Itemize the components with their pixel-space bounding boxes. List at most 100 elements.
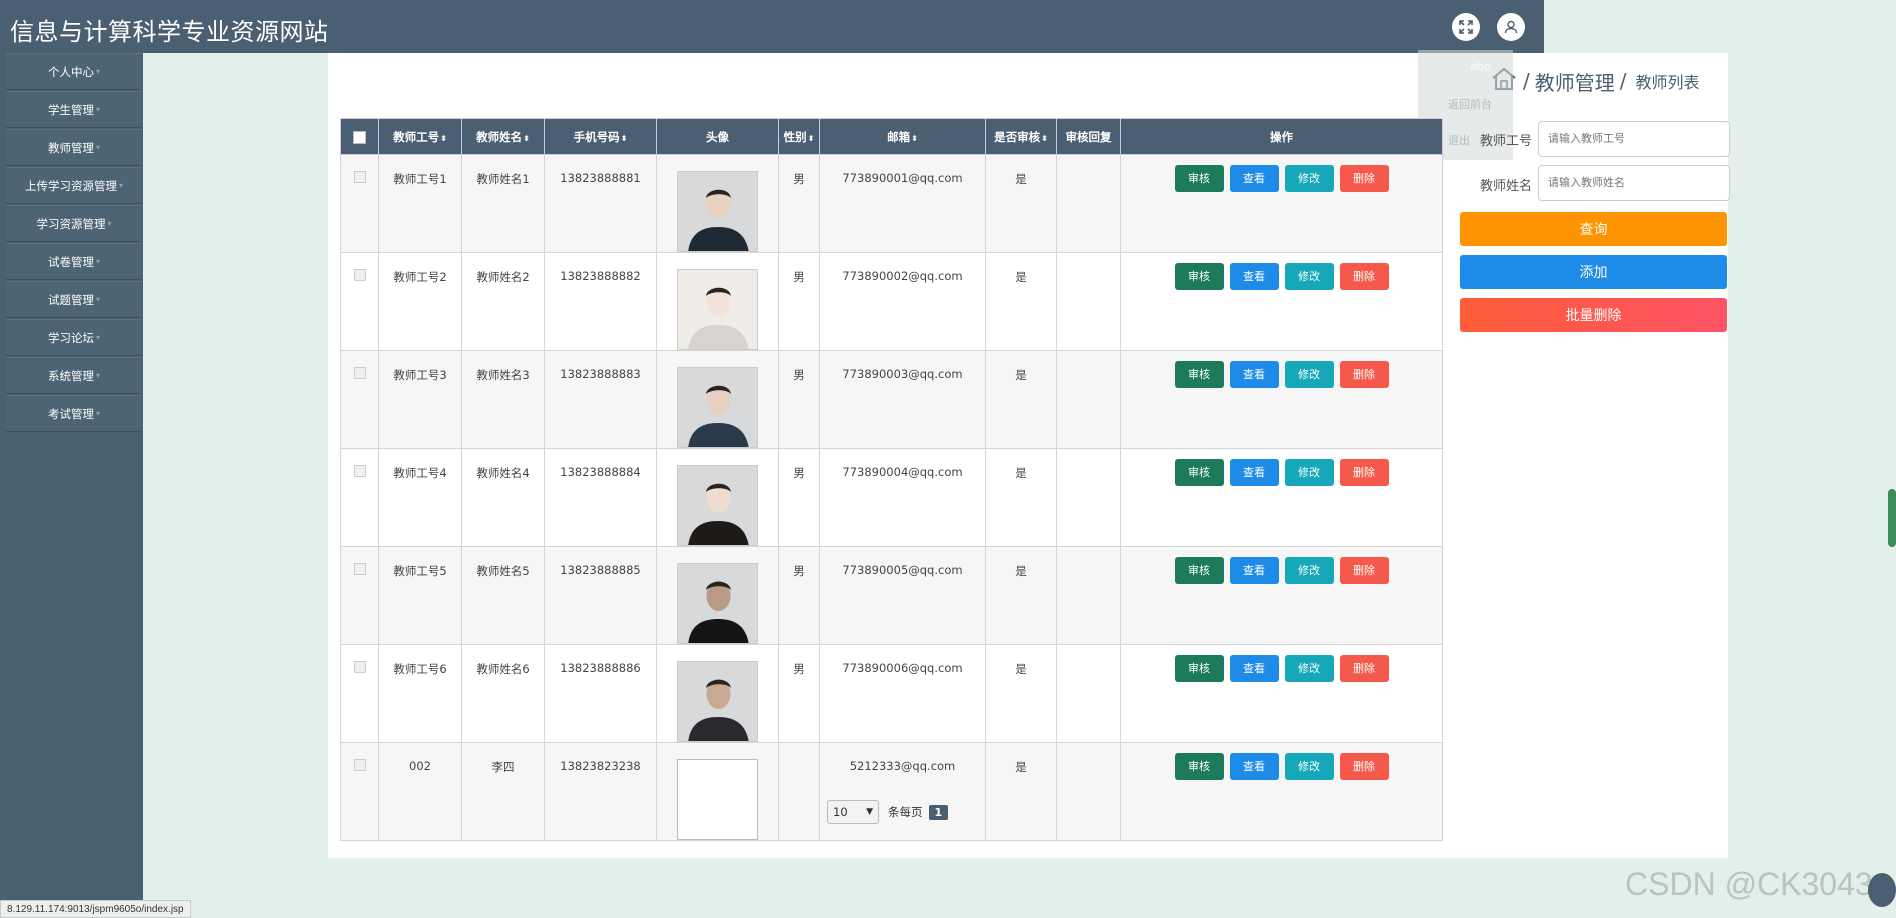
column-header-audited[interactable]: 是否审核⬍ xyxy=(985,118,1057,155)
delete-button[interactable]: 删除 xyxy=(1339,557,1389,584)
cell-teacher-name: 教师姓名1 xyxy=(461,154,545,253)
delete-button[interactable]: 删除 xyxy=(1339,263,1389,290)
audit-button[interactable]: 审核 xyxy=(1174,263,1224,290)
delete-button[interactable]: 删除 xyxy=(1339,655,1389,682)
column-header-gender[interactable]: 性别⬍ xyxy=(778,118,820,155)
row-checkbox[interactable] xyxy=(340,742,379,841)
edit-button[interactable]: 修改 xyxy=(1284,263,1334,290)
sort-icon: ⬍ xyxy=(440,133,447,143)
scrollbar-thumb[interactable] xyxy=(1888,489,1896,547)
cell-gender: 男 xyxy=(778,644,820,743)
batch-delete-button[interactable]: 批量删除 xyxy=(1460,298,1727,332)
breadcrumb-section[interactable]: 教师管理 xyxy=(1535,67,1615,96)
row-checkbox[interactable] xyxy=(340,154,379,253)
audit-button[interactable]: 审核 xyxy=(1174,753,1224,780)
audit-button[interactable]: 审核 xyxy=(1174,459,1224,486)
sidebar-item-forum[interactable]: 学习论坛 ▾ xyxy=(6,319,142,356)
delete-button[interactable]: 删除 xyxy=(1339,459,1389,486)
sidebar-item-teacher-management[interactable]: 教师管理 ▾ xyxy=(6,129,142,166)
view-button[interactable]: 查看 xyxy=(1229,165,1279,192)
sidebar-item-student-management[interactable]: 学生管理 ▾ xyxy=(6,91,142,128)
cell-email: 773890002@qq.com xyxy=(819,252,986,351)
chevron-down-icon: ▾ xyxy=(95,295,100,304)
teacher-table: 教师工号⬍ 教师姓名⬍ 手机号码⬍ 头像 性别⬍ 邮箱⬍ 是否审核⬍ 审核回复 … xyxy=(340,118,1443,841)
cell-audit-reply xyxy=(1056,448,1121,547)
column-header-phone[interactable]: 手机号码⬍ xyxy=(544,118,657,155)
table-row: 教师工号1 教师姓名1 13823888881 男 773890001@qq.com 是审… xyxy=(340,154,1443,253)
view-button[interactable]: 查看 xyxy=(1229,753,1279,780)
breadcrumb-page: 教师列表 xyxy=(1635,73,1700,92)
cell-actions: 审核 查看 修改 删除 xyxy=(1120,252,1443,351)
row-checkbox[interactable] xyxy=(340,350,379,449)
row-checkbox[interactable] xyxy=(340,448,379,547)
app-title: 信息与计算科学专业资源网站 xyxy=(10,18,329,46)
teacher-name-input[interactable]: 请输入教师姓名 xyxy=(1538,165,1730,201)
column-header-teacher-id[interactable]: 教师工号⬍ xyxy=(378,118,462,155)
audit-button[interactable]: 审核 xyxy=(1174,361,1224,388)
page-size-select[interactable]: 10 ▼ xyxy=(827,800,879,824)
audit-button[interactable]: 审核 xyxy=(1174,557,1224,584)
delete-button[interactable]: 删除 xyxy=(1339,361,1389,388)
sidebar-item-question-management[interactable]: 试题管理 ▾ xyxy=(6,281,142,318)
table-row: 教师工号3 教师姓名3 13823888883 男 773890003@qq.com 是审… xyxy=(340,350,1443,449)
teacher-name-label: 教师姓名 xyxy=(1479,179,1532,194)
edit-button[interactable]: 修改 xyxy=(1284,165,1334,192)
floating-badge-icon[interactable] xyxy=(1868,873,1896,907)
edit-button[interactable]: 修改 xyxy=(1284,459,1334,486)
add-button[interactable]: 添加 xyxy=(1460,255,1727,289)
column-header-teacher-name[interactable]: 教师姓名⬍ xyxy=(461,118,545,155)
cell-teacher-id: 教师工号2 xyxy=(378,252,462,351)
teacher-id-label: 教师工号 xyxy=(1479,134,1532,149)
cell-gender: 男 xyxy=(778,350,820,449)
cell-actions: 审核 查看 修改 删除 xyxy=(1120,546,1443,645)
view-button[interactable]: 查看 xyxy=(1229,459,1279,486)
page-number-1[interactable]: 1 xyxy=(928,804,949,820)
sidebar-item-exam-management[interactable]: 考试管理 ▾ xyxy=(6,395,142,432)
chevron-down-icon: ▾ xyxy=(107,219,112,228)
delete-button[interactable]: 删除 xyxy=(1339,753,1389,780)
cell-audit-reply xyxy=(1056,546,1121,645)
cell-actions: 审核 查看 修改 删除 xyxy=(1120,742,1443,841)
column-header-email[interactable]: 邮箱⬍ xyxy=(819,118,986,155)
table-row: 教师工号2 教师姓名2 13823888882 男 773890002@qq.com 是审… xyxy=(340,252,1443,351)
audit-button[interactable]: 审核 xyxy=(1174,655,1224,682)
edit-button[interactable]: 修改 xyxy=(1284,753,1334,780)
view-button[interactable]: 查看 xyxy=(1229,361,1279,388)
cell-actions: 审核 查看 修改 删除 xyxy=(1120,644,1443,743)
cell-audit-reply xyxy=(1056,350,1121,449)
table-row: 教师工号6 教师姓名6 13823888886 男 773890006@qq.com 是审… xyxy=(340,644,1443,743)
edit-button[interactable]: 修改 xyxy=(1284,361,1334,388)
edit-button[interactable]: 修改 xyxy=(1284,655,1334,682)
chevron-down-icon: ▾ xyxy=(95,333,100,342)
select-all-checkbox[interactable] xyxy=(340,118,379,155)
query-button[interactable]: 查询 xyxy=(1460,212,1727,246)
sidebar-item-resource-management[interactable]: 学习资源管理 ▾ xyxy=(6,205,142,242)
edit-button[interactable]: 修改 xyxy=(1284,557,1334,584)
cell-phone: 13823888882 xyxy=(544,252,657,351)
cell-audited: 是 xyxy=(985,252,1057,351)
cell-avatar xyxy=(656,448,779,547)
sidebar-item-upload-resource-management[interactable]: 上传学习资源管理 ▾ xyxy=(6,167,142,204)
teacher-id-input[interactable]: 请输入教师工号 xyxy=(1538,121,1730,157)
audit-button[interactable]: 审核 xyxy=(1174,165,1224,192)
user-icon[interactable] xyxy=(1497,13,1525,41)
view-button[interactable]: 查看 xyxy=(1229,557,1279,584)
sidebar-item-personal-center[interactable]: 个人中心 ▾ xyxy=(6,53,142,90)
teacher-avatar xyxy=(677,171,758,252)
row-checkbox[interactable] xyxy=(340,252,379,351)
row-checkbox[interactable] xyxy=(340,546,379,645)
view-button[interactable]: 查看 xyxy=(1229,263,1279,290)
cell-teacher-id: 教师工号3 xyxy=(378,350,462,449)
fullscreen-icon[interactable] xyxy=(1452,13,1480,41)
teacher-avatar-broken-image xyxy=(677,759,758,840)
sidebar-item-exam-paper-management[interactable]: 试卷管理 ▾ xyxy=(6,243,142,280)
chevron-down-icon: ▾ xyxy=(95,409,100,418)
per-page-label: 条每页 xyxy=(888,805,923,819)
row-checkbox[interactable] xyxy=(340,644,379,743)
cell-teacher-id: 教师工号4 xyxy=(378,448,462,547)
user-menu-front[interactable]: 返回前台 xyxy=(1448,96,1492,112)
cell-phone: 13823888881 xyxy=(544,154,657,253)
sidebar-item-system-management[interactable]: 系统管理 ▾ xyxy=(6,357,142,394)
delete-button[interactable]: 删除 xyxy=(1339,165,1389,192)
view-button[interactable]: 查看 xyxy=(1229,655,1279,682)
